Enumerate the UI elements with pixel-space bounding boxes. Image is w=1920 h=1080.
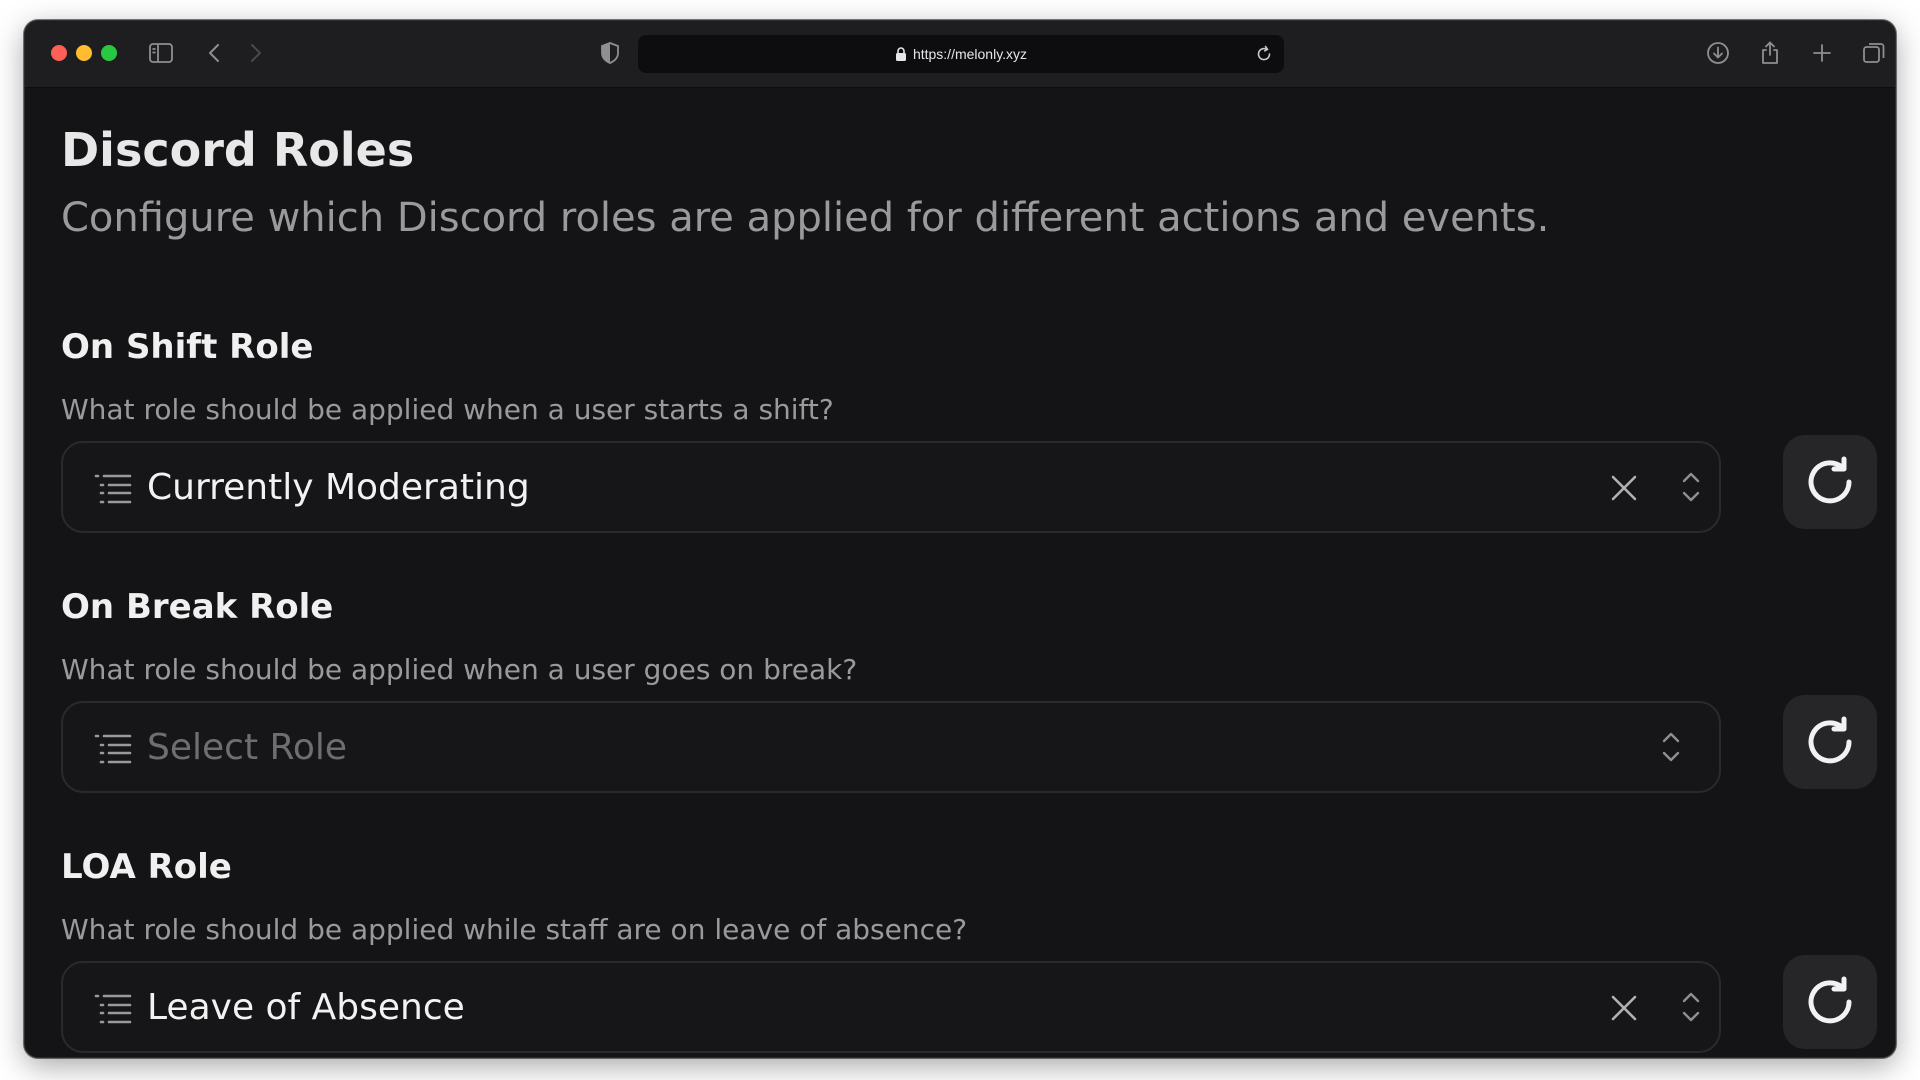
address-bar[interactable]: https://melonly.xyz xyxy=(638,35,1284,73)
on-break-role-section: On Break Role What role should be applie… xyxy=(61,587,1877,793)
zoom-window-button[interactable] xyxy=(101,45,117,61)
refresh-icon xyxy=(1808,456,1852,504)
on-shift-role-select[interactable]: Currently Moderating xyxy=(61,441,1721,533)
chevron-right-icon[interactable] xyxy=(241,39,269,67)
download-icon[interactable] xyxy=(1704,39,1732,67)
on-break-role-select[interactable]: Select Role xyxy=(61,701,1721,793)
section-title: On Break Role xyxy=(61,587,334,627)
section-description: What role should be applied when a user … xyxy=(61,393,834,426)
section-description: What role should be applied when a user … xyxy=(61,653,858,686)
list-icon xyxy=(94,994,132,1024)
page-description: Configure which Discord roles are applie… xyxy=(61,195,1550,241)
shield-icon[interactable] xyxy=(596,39,624,67)
loa-role-section: LOA Role What role should be applied whi… xyxy=(61,847,1877,1053)
reload-icon[interactable] xyxy=(1254,44,1274,64)
browser-toolbar: https://melonly.xyz xyxy=(25,21,1895,88)
reset-loa-role-button[interactable] xyxy=(1783,955,1877,1049)
reset-on-shift-role-button[interactable] xyxy=(1783,435,1877,529)
chevron-left-icon[interactable] xyxy=(201,39,229,67)
reset-on-break-role-button[interactable] xyxy=(1783,695,1877,789)
minimize-window-button[interactable] xyxy=(76,45,92,61)
close-icon[interactable] xyxy=(1609,473,1639,503)
close-window-button[interactable] xyxy=(51,45,67,61)
browser-window: https://melonly.xyz Discord Roles Config… xyxy=(24,20,1896,1058)
selected-role-value: Leave of Absence xyxy=(147,986,465,1028)
chevron-up-down-icon[interactable] xyxy=(1679,989,1703,1025)
plus-icon[interactable] xyxy=(1808,39,1836,67)
refresh-icon xyxy=(1808,976,1852,1024)
chevron-up-down-icon[interactable] xyxy=(1679,469,1703,505)
loa-role-select[interactable]: Leave of Absence xyxy=(61,961,1721,1053)
on-shift-role-section: On Shift Role What role should be applie… xyxy=(61,327,1877,533)
close-icon[interactable] xyxy=(1609,993,1639,1023)
sidebar-icon[interactable] xyxy=(147,39,175,67)
selected-role-value: Currently Moderating xyxy=(147,466,530,508)
tabs-overview-icon[interactable] xyxy=(1860,39,1888,67)
url-text: https://melonly.xyz xyxy=(912,46,1028,62)
select-role-placeholder: Select Role xyxy=(147,726,348,768)
list-icon xyxy=(94,474,132,504)
page-content: Discord Roles Configure which Discord ro… xyxy=(25,89,1895,1057)
share-icon[interactable] xyxy=(1756,39,1784,67)
chevron-up-down-icon[interactable] xyxy=(1659,729,1683,765)
list-icon xyxy=(94,734,132,764)
lock-icon xyxy=(895,47,906,61)
section-title: On Shift Role xyxy=(61,327,314,367)
page-title: Discord Roles xyxy=(61,123,415,177)
section-title: LOA Role xyxy=(61,847,232,887)
refresh-icon xyxy=(1808,716,1852,764)
section-description: What role should be applied while staff … xyxy=(61,913,968,946)
